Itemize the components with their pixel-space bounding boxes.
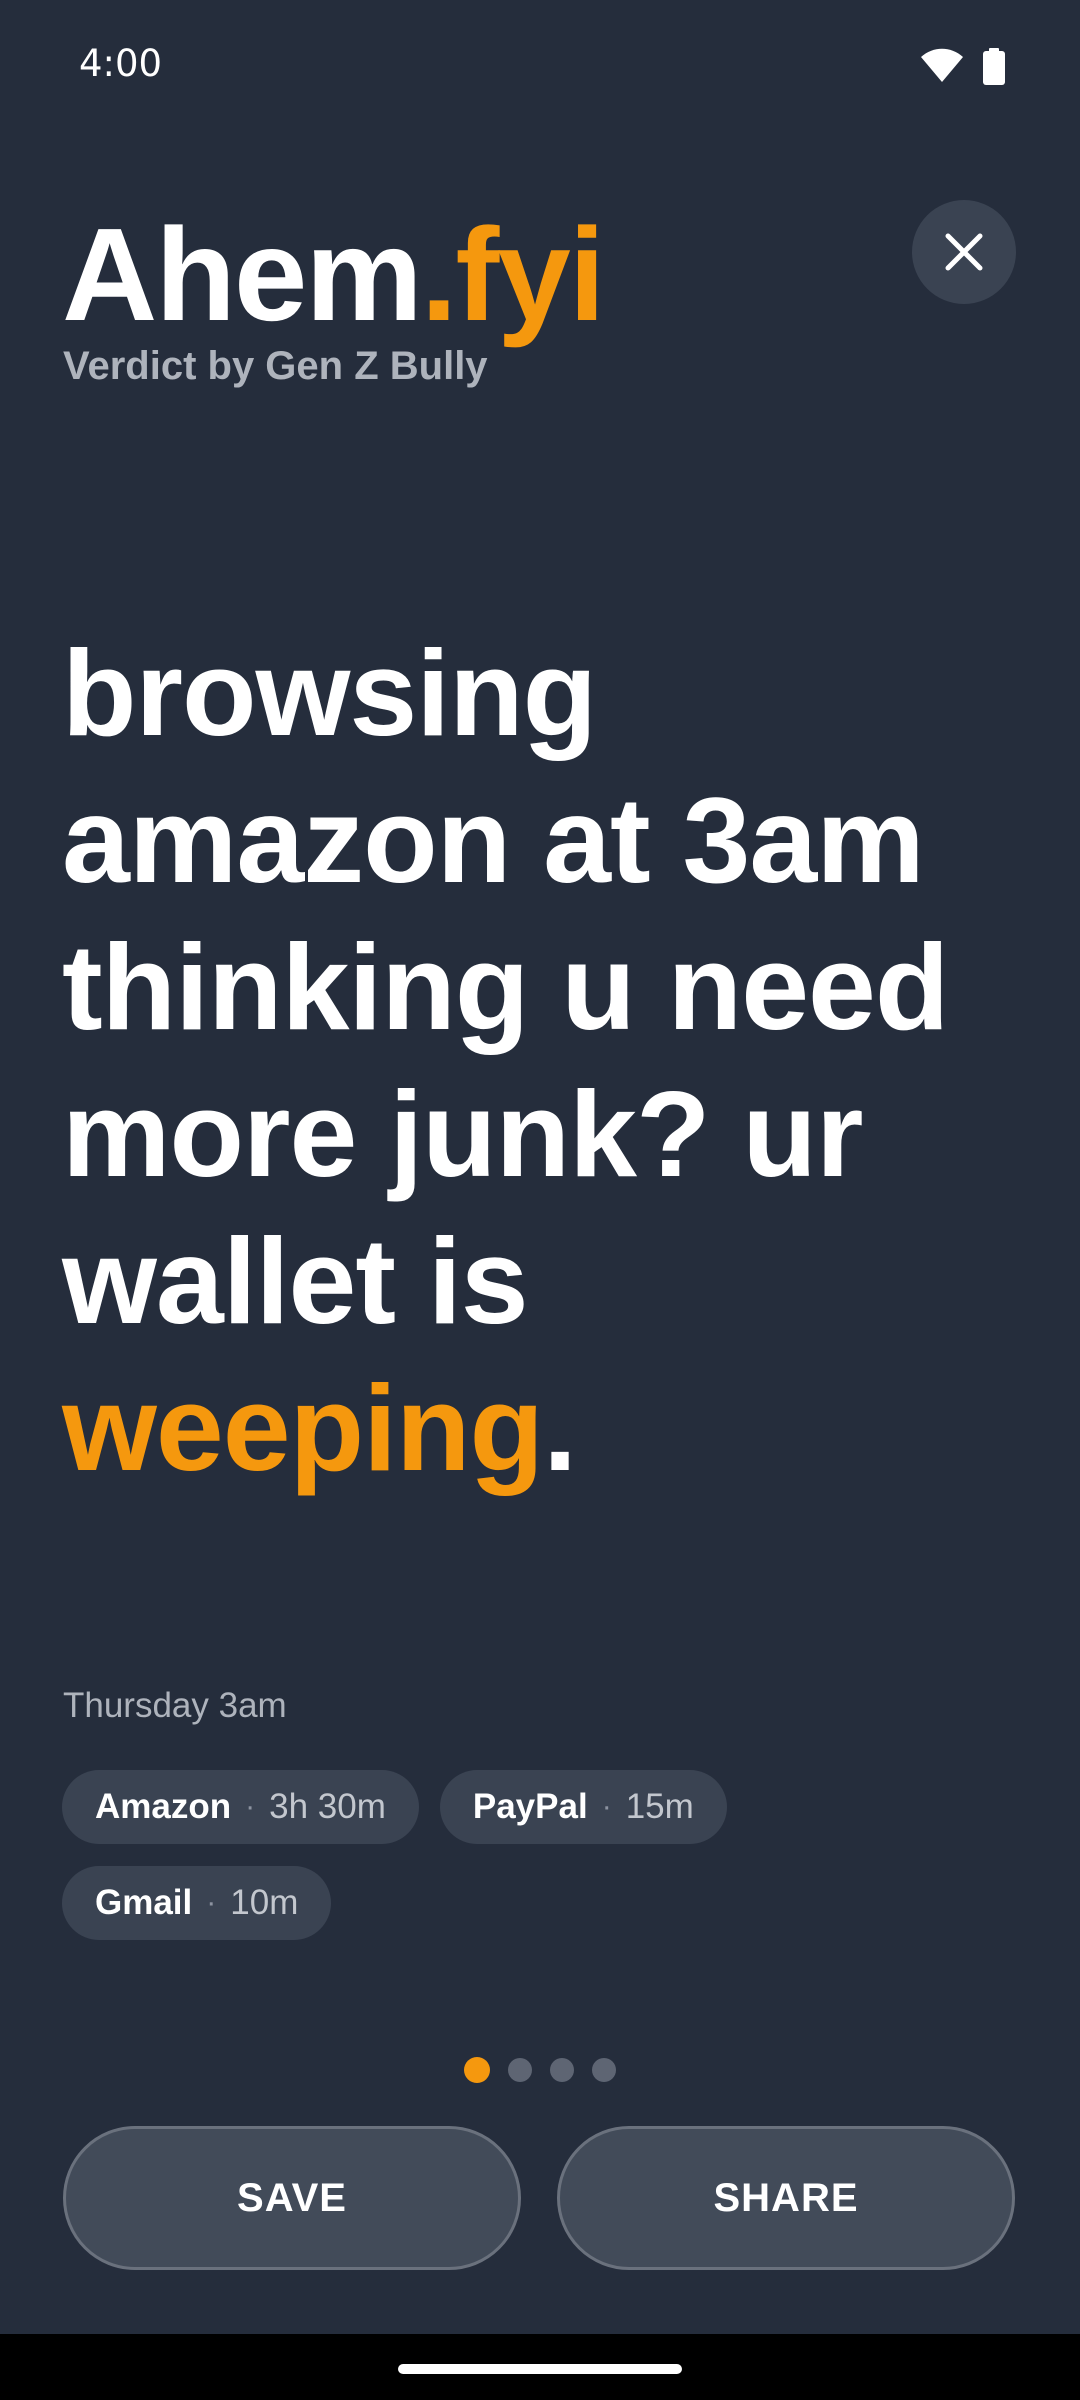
brand-accent: .fyi	[420, 201, 606, 348]
status-time: 4:00	[79, 42, 163, 85]
battery-icon	[983, 48, 1005, 85]
close-button[interactable]	[912, 200, 1016, 304]
app-chip-gmail: Gmail · 10m	[62, 1866, 332, 1940]
brand-logo: Ahem.fyi	[62, 200, 606, 350]
app-chip-amazon: Amazon · 3h 30m	[62, 1770, 419, 1844]
chip-app-name: Gmail	[95, 1883, 193, 1922]
chip-separator: ·	[206, 1886, 217, 1919]
tagline: Verdict by Gen Z Bully	[63, 344, 488, 388]
page-dot-3[interactable]	[550, 2058, 574, 2082]
close-icon	[945, 233, 983, 271]
verdict-main: browsing amazon at 3am thinking u need m…	[62, 625, 949, 1349]
verdict-end: .	[543, 1360, 577, 1496]
app-chip-paypal: PayPal · 15m	[439, 1770, 727, 1844]
verdict-accent: weeping	[62, 1360, 544, 1496]
chip-row: Amazon · 3h 30m PayPal · 15m	[62, 1770, 1022, 1844]
app-usage-chips: Amazon · 3h 30m PayPal · 15m Gmail · 10m	[62, 1770, 1022, 1962]
session-time-label: Thursday 3am	[63, 1686, 287, 1725]
home-indicator[interactable]	[398, 2364, 682, 2374]
verdict-text: browsing amazon at 3am thinking u need m…	[62, 620, 1022, 1502]
status-bar: 4:00	[0, 0, 1080, 130]
page-dot-2[interactable]	[508, 2058, 532, 2082]
chip-separator: ·	[601, 1790, 612, 1823]
page-dot-4[interactable]	[592, 2058, 616, 2082]
brand-main: Ahem	[62, 201, 423, 348]
chip-row: Gmail · 10m	[62, 1866, 1022, 1940]
share-button[interactable]: SHARE	[557, 2126, 1015, 2270]
navigation-bar	[0, 2334, 1080, 2400]
wifi-icon	[921, 48, 963, 82]
chip-duration: 3h 30m	[269, 1787, 386, 1826]
page-dot-1[interactable]	[464, 2057, 490, 2083]
chip-app-name: PayPal	[472, 1787, 588, 1826]
chip-separator: ·	[245, 1790, 256, 1823]
page-indicator	[0, 2057, 1080, 2083]
chip-duration: 15m	[625, 1787, 694, 1826]
chip-app-name: Amazon	[95, 1787, 232, 1826]
chip-duration: 10m	[230, 1883, 299, 1922]
save-button[interactable]: SAVE	[63, 2126, 521, 2270]
